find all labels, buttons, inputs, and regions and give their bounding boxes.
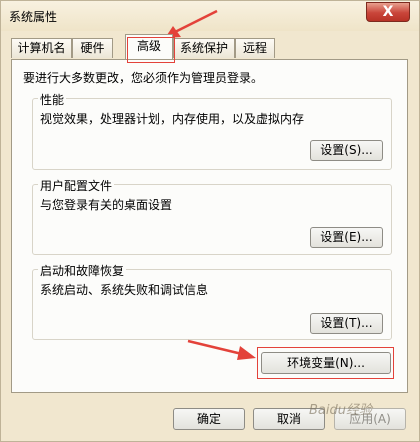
button-label: 设置(T)... [320, 316, 373, 330]
startup-recovery-group: 启动和故障恢复 系统启动、系统失败和调试信息 设置(T)... [32, 262, 392, 340]
user-profiles-group: 用户配置文件 与您登录有关的桌面设置 设置(E)... [32, 177, 392, 255]
button-label: 设置(S)... [320, 143, 373, 157]
system-properties-window: 系统属性 X 计算机名 硬件 高级 系统保护 远程 要进行大多数更改，您必须作为… [0, 0, 420, 442]
button-label: 确定 [196, 412, 221, 426]
button-label: 取消 [276, 412, 301, 426]
user-profiles-description: 与您登录有关的桌面设置 [40, 198, 173, 212]
tab-remote[interactable]: 远程 [235, 38, 275, 58]
performance-group: 性能 视觉效果，处理器计划，内存使用，以及虚拟内存 设置(S)... [32, 91, 392, 170]
button-label: 环境变量(N)... [287, 356, 365, 370]
tab-advanced[interactable]: 高级 [125, 34, 173, 59]
startup-recovery-settings-button[interactable]: 设置(T)... [310, 313, 383, 334]
user-profiles-settings-button[interactable]: 设置(E)... [310, 227, 383, 248]
tab-label: 硬件 [80, 41, 105, 55]
tab-label: 远程 [242, 41, 267, 55]
tab-label: 高级 [136, 39, 161, 53]
title-bar[interactable]: 系统属性 X [1, 1, 419, 31]
watermark-logo: Baidu经验 [309, 403, 372, 418]
tab-system-protection[interactable]: 系统保护 [173, 38, 235, 58]
tab-label: 系统保护 [179, 41, 228, 55]
startup-recovery-description: 系统启动、系统失败和调试信息 [40, 283, 209, 297]
button-label: 设置(E)... [320, 230, 373, 244]
admin-notice: 要进行大多数更改，您必须作为管理员登录。 [23, 71, 264, 85]
tab-computer-name[interactable]: 计算机名 [11, 38, 72, 58]
performance-settings-button[interactable]: 设置(S)... [310, 140, 383, 161]
environment-variables-button[interactable]: 环境变量(N)... [261, 352, 391, 374]
performance-label: 性能 [38, 91, 67, 108]
tab-label: 计算机名 [17, 41, 66, 55]
user-profiles-label: 用户配置文件 [38, 177, 115, 194]
performance-description: 视觉效果，处理器计划，内存使用，以及虚拟内存 [40, 112, 305, 126]
close-button[interactable]: X [366, 2, 410, 22]
ok-button[interactable]: 确定 [173, 408, 245, 430]
window-title: 系统属性 [9, 10, 58, 24]
startup-recovery-label: 启动和故障恢复 [38, 262, 127, 279]
tab-hardware[interactable]: 硬件 [72, 38, 113, 58]
close-icon: X [382, 4, 394, 20]
